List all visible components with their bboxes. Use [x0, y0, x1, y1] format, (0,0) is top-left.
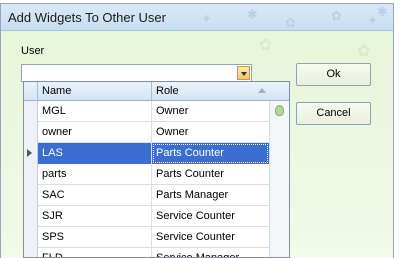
flower-watermark-icon: ✿ — [259, 37, 273, 54]
user-dropdown-grid: Name Role MGL Owner owner Owner LAS Part… — [23, 81, 290, 258]
row-selector[interactable] — [24, 227, 38, 248]
table-row[interactable]: FLD Service Manager — [24, 248, 269, 258]
user-label: User — [21, 45, 45, 57]
cell-role: Owner — [156, 126, 189, 138]
cell-role: Parts Counter — [156, 168, 224, 180]
row-selector[interactable] — [24, 101, 38, 122]
row-selector[interactable] — [24, 206, 38, 227]
snowflake-decoration-icon: ✱ — [247, 7, 258, 22]
cell-name: parts — [38, 164, 152, 185]
cell-name: LAS — [38, 143, 152, 164]
grid-vertical-scrollbar[interactable] — [269, 101, 289, 257]
cell-role: Owner — [156, 105, 189, 117]
grid-header: Name Role — [24, 82, 289, 101]
cell-role: Parts Counter — [152, 143, 269, 164]
dialog-titlebar[interactable]: Add Widgets To Other User ✦ ✱ ✿ ✿ ✦ ✱ — [1, 4, 393, 31]
table-row[interactable]: parts Parts Counter — [24, 164, 269, 185]
dialog-title: Add Widgets To Other User — [8, 10, 166, 25]
table-row-selected[interactable]: LAS Parts Counter — [24, 143, 269, 164]
cell-role: Service Counter — [156, 210, 235, 222]
table-row[interactable]: owner Owner — [24, 122, 269, 143]
cancel-button[interactable]: Cancel — [296, 102, 371, 125]
flower-watermark-icon: ✿ — [357, 43, 371, 60]
table-row[interactable]: SAC Parts Manager — [24, 185, 269, 206]
table-row[interactable]: SPS Service Counter — [24, 227, 269, 248]
butterfly-decoration-icon: ✦ — [201, 11, 212, 26]
table-row[interactable]: SJR Service Counter — [24, 206, 269, 227]
column-header-name[interactable]: Name — [38, 82, 152, 101]
user-combobox[interactable] — [21, 64, 252, 82]
snowflake-decoration-icon: ✱ — [377, 4, 388, 19]
cell-name: SPS — [38, 227, 152, 248]
cell-role: Service Manager — [156, 252, 240, 258]
row-selector[interactable] — [24, 248, 38, 257]
flower-decoration-icon: ✿ — [285, 15, 296, 30]
row-selector[interactable] — [24, 143, 38, 164]
table-row[interactable]: MGL Owner — [24, 101, 269, 122]
cell-name: FLD — [38, 248, 152, 257]
grid-header-selector — [24, 82, 38, 101]
current-row-arrow-icon — [27, 149, 32, 157]
chevron-down-icon — [241, 72, 247, 76]
flower-decoration-icon: ✿ — [331, 8, 342, 23]
cell-role: Parts Manager — [156, 189, 229, 201]
scroll-up-icon[interactable] — [275, 105, 284, 116]
row-selector[interactable] — [24, 164, 38, 185]
ok-button[interactable]: Ok — [296, 63, 371, 86]
column-header-role[interactable]: Role — [152, 82, 269, 101]
cell-name: owner — [38, 122, 152, 143]
sort-ascending-icon[interactable] — [258, 88, 266, 93]
cell-name: SJR — [38, 206, 152, 227]
user-dropdown-button[interactable] — [237, 66, 250, 80]
cell-role: Service Counter — [156, 231, 235, 243]
cell-name: MGL — [38, 101, 152, 122]
row-selector[interactable] — [24, 122, 38, 143]
row-selector[interactable] — [24, 185, 38, 206]
cell-name: SAC — [38, 185, 152, 206]
